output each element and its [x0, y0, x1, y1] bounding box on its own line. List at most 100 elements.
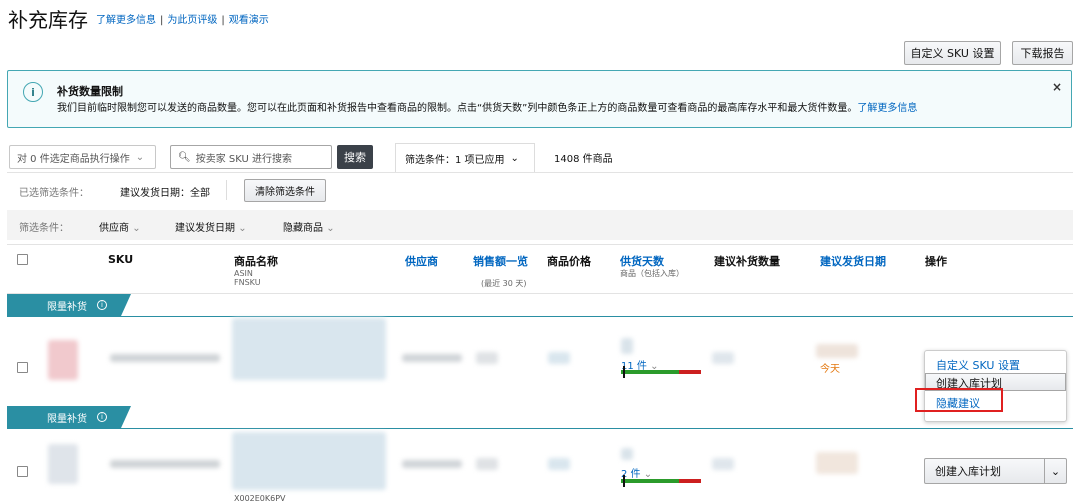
product-image: [48, 444, 78, 484]
row-checkbox[interactable]: [17, 362, 28, 373]
supply-bar-marker: [623, 475, 625, 487]
filter-ship-date[interactable]: 建议发货日期 ⌄: [175, 219, 247, 234]
select-all-checkbox[interactable]: [17, 254, 28, 265]
download-report-button[interactable]: 下载报告: [1012, 41, 1073, 65]
col-sales-sub: (最近 30 天): [481, 279, 527, 288]
filter-supplier-label: 供应商: [99, 223, 129, 234]
alert-banner: i 补货数量限制 我们目前临时限制您可以发送的商品数量。您可以在此页面和补货报告…: [7, 70, 1072, 128]
info-icon: i: [97, 412, 107, 422]
supplier-text: [402, 460, 462, 468]
highlight-box: [915, 388, 1003, 412]
badge-label: 限量补货: [47, 413, 87, 425]
bulk-action-select[interactable]: 对 0 件选定商品执行操作 ⌄: [9, 145, 156, 169]
close-icon[interactable]: ×: [1052, 80, 1062, 94]
supplier-text: [402, 354, 462, 362]
product-image: [48, 340, 78, 380]
create-plan-dropdown[interactable]: 创建入库计划 ⌄: [924, 458, 1067, 484]
col-product-name-label: 商品名称: [234, 255, 278, 268]
chevron-down-icon: ⌄: [132, 223, 141, 234]
restock-limit-badge: 限量补货 i: [7, 294, 131, 316]
sku-text: [110, 460, 220, 468]
product-name-text: [232, 432, 386, 490]
filter-applied-label: 筛选条件：1 项已应用: [405, 155, 505, 166]
col-action: 操作: [925, 255, 947, 268]
filter-hidden-items[interactable]: 隐藏商品 ⌄: [283, 219, 335, 234]
col-days-label: 供货天数: [620, 255, 664, 268]
bulk-action-label: 对 0 件选定商品执行操作: [17, 153, 130, 165]
info-icon: i: [97, 300, 107, 310]
menu-item-custom-sku[interactable]: 自定义 SKU 设置: [936, 357, 1020, 373]
chevron-down-icon: ⌄: [326, 223, 335, 234]
chevron-down-icon: ⌄: [238, 223, 247, 234]
chevron-down-icon: ⌄: [510, 153, 519, 164]
filters-label: 筛选条件：: [19, 223, 69, 234]
divider: [226, 180, 227, 200]
sales-text: [476, 352, 498, 364]
header-links: 了解更多信息 | 为此页评级 | 观看演示: [96, 15, 269, 26]
alert-body-text: 我们目前临时限制您可以发送的商品数量。您可以在此页面和补货报告中查看商品的限制。…: [57, 103, 858, 114]
ship-date-blur: [816, 344, 858, 358]
col-supplier[interactable]: 供应商: [405, 253, 438, 269]
supply-bar-green: [621, 479, 679, 483]
supply-bar-marker: [623, 366, 625, 378]
sales-text: [476, 458, 498, 470]
col-sku[interactable]: SKU: [108, 253, 133, 266]
filter-ship-date-label: 建议发货日期: [175, 223, 235, 234]
price-text: [548, 458, 570, 470]
alert-learn-more-link[interactable]: 了解更多信息: [857, 103, 917, 114]
restock-limit-badge: 限量补货 i: [7, 406, 131, 428]
price-text: [548, 352, 570, 364]
supply-bar-green: [621, 370, 679, 374]
ship-date-blur: [816, 452, 858, 474]
days-value: [621, 448, 633, 460]
item-count: 1408 件商品: [554, 154, 613, 165]
selected-filters-label: 已选筛选条件：: [19, 188, 89, 199]
search-input[interactable]: 🔍︎ 按卖家 SKU 进行搜索: [170, 145, 332, 169]
clear-filters-button[interactable]: 清除筛选条件: [244, 179, 326, 202]
ship-date-today: 今天: [820, 364, 840, 375]
divider: [7, 244, 1073, 245]
selected-filter-value: 建议发货日期：全部: [120, 188, 210, 199]
learn-more-link[interactable]: 了解更多信息: [96, 15, 156, 26]
filter-supplier[interactable]: 供应商 ⌄: [99, 219, 141, 234]
product-name-text: [232, 318, 386, 380]
col-sales[interactable]: 销售额一览: [473, 253, 528, 269]
col-product-name[interactable]: 商品名称 ASIN FNSKU: [234, 253, 278, 287]
filter-bar: [7, 210, 1073, 240]
search-icon: 🔍︎: [178, 151, 191, 163]
row-top-border: [7, 428, 1073, 429]
fnsku-text: X002E0K6PV: [234, 494, 286, 503]
supply-units-link[interactable]: 2 件 ⌄: [621, 465, 652, 480]
col-fnsku-label: FNSKU: [234, 278, 261, 287]
watch-demo-link[interactable]: 观看演示: [229, 15, 269, 26]
row-checkbox[interactable]: [17, 466, 28, 477]
col-asin-label: ASIN: [234, 269, 253, 278]
divider: [7, 293, 1073, 294]
supply-bar-red: [679, 370, 701, 374]
col-price: 商品价格: [547, 255, 591, 268]
chevron-down-icon: ⌄: [135, 151, 145, 163]
filter-hidden-label: 隐藏商品: [283, 223, 323, 234]
search-button[interactable]: 搜索: [337, 145, 373, 169]
suggested-qty-text: [712, 352, 734, 364]
days-value: [621, 338, 633, 354]
col-days-of-supply[interactable]: 供货天数 商品（包括入库）: [620, 253, 684, 278]
rate-page-link[interactable]: 为此页评级: [167, 15, 217, 26]
divider: [7, 172, 1073, 173]
page-title: 补充库存: [8, 8, 88, 32]
sku-text: [110, 354, 220, 362]
suggested-qty-text: [712, 458, 734, 470]
custom-sku-settings-button[interactable]: 自定义 SKU 设置: [904, 41, 1001, 65]
info-icon: i: [23, 82, 43, 102]
supply-bar-red: [679, 479, 701, 483]
alert-body: 我们目前临时限制您可以发送的商品数量。您可以在此页面和补货报告中查看商品的限制。…: [57, 99, 917, 114]
row-top-border: [7, 316, 1073, 317]
chevron-down-icon[interactable]: ⌄: [1044, 459, 1066, 483]
col-days-sub: 商品（包括入库）: [620, 269, 684, 278]
badge-label: 限量补货: [47, 301, 87, 313]
filter-applied-tab[interactable]: 筛选条件：1 项已应用 ⌄: [395, 143, 535, 173]
alert-title: 补货数量限制: [57, 85, 123, 98]
col-suggested-qty: 建议补货数量: [714, 255, 780, 268]
col-ship-date[interactable]: 建议发货日期: [820, 253, 886, 269]
create-plan-label: 创建入库计划: [935, 465, 1001, 478]
